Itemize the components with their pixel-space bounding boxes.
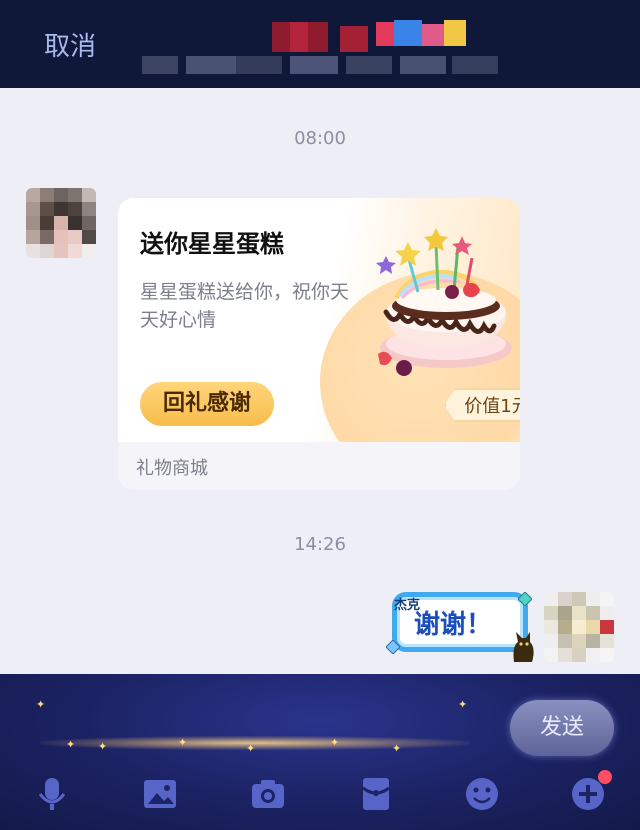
gem-decoration-icon (518, 592, 532, 606)
emoji-icon[interactable] (462, 774, 502, 814)
image-icon[interactable] (140, 774, 180, 814)
star-decoration-icon: ✦ (246, 742, 256, 755)
gift-title: 送你星星蛋糕 (140, 230, 284, 258)
gift-card-footer[interactable]: 礼物商城 (118, 442, 520, 490)
gem-decoration-icon (386, 640, 400, 654)
star-decoration-icon: ✦ (392, 742, 402, 755)
star-decoration-icon: ✦ (458, 698, 468, 711)
gift-description: 星星蛋糕送给你，祝你天天好心情 (140, 281, 350, 331)
camera-icon[interactable] (248, 774, 288, 814)
cat-decoration-icon (513, 632, 534, 662)
gift-value-tag: 价值1元 (444, 388, 520, 422)
star-cake-illustration (376, 228, 512, 376)
star-decoration-icon: ✦ (66, 738, 76, 751)
gift-card[interactable]: 送你星星蛋糕 星星蛋糕送给你，祝你天天好心情 回礼感谢 价值1元 礼物商城 (118, 198, 520, 490)
timestamp: 14:26 (294, 534, 346, 555)
star-decoration-icon: ✦ (178, 736, 188, 749)
cancel-button[interactable]: 取消 (44, 26, 96, 63)
star-decoration-icon: ✦ (36, 698, 46, 711)
notification-dot (598, 770, 612, 784)
voice-icon[interactable] (32, 774, 72, 814)
sent-message-text: 谢谢！ (414, 610, 493, 640)
star-decoration-icon: ✦ (330, 736, 340, 749)
return-thanks-button[interactable]: 回礼感谢 (140, 382, 274, 426)
timestamp: 08:00 (294, 128, 346, 149)
send-button[interactable]: 发送 (510, 700, 614, 756)
gift-store-label: 礼物商城 (136, 458, 208, 479)
sender-avatar[interactable] (26, 188, 96, 258)
chat-header: 取消 (0, 0, 640, 88)
star-decoration-icon: ✦ (98, 740, 108, 753)
my-avatar[interactable] (544, 592, 614, 662)
red-packet-icon[interactable] (356, 774, 396, 814)
